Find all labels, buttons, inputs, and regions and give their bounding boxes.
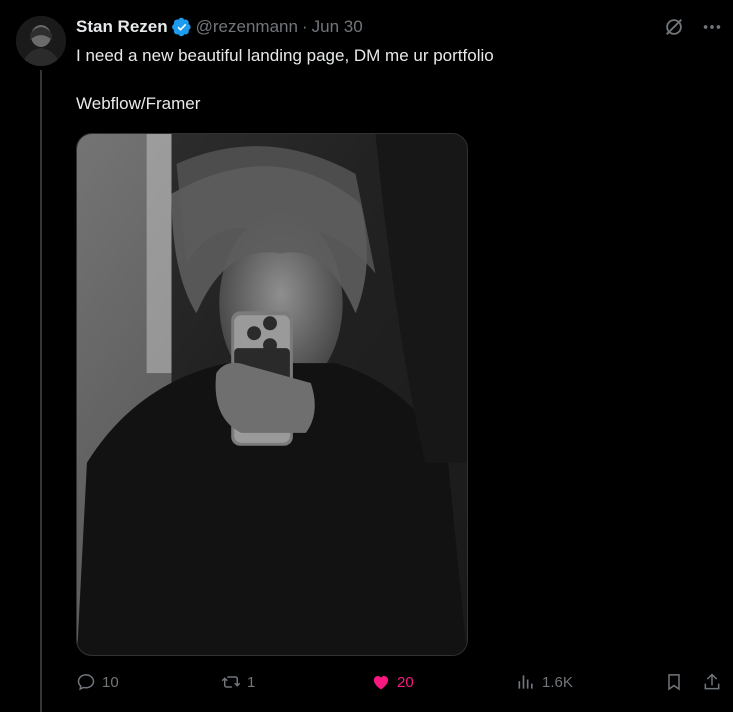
tweet-text-line: I need a new beautiful landing page, DM … bbox=[76, 46, 494, 65]
tweet-top-actions bbox=[663, 16, 723, 38]
views-button[interactable]: 1.6K bbox=[516, 672, 573, 692]
repost-button[interactable]: 1 bbox=[221, 672, 255, 692]
separator-dot: · bbox=[301, 17, 308, 36]
grok-icon[interactable] bbox=[663, 16, 685, 38]
author-handle[interactable]: @rezenmann bbox=[196, 17, 298, 37]
reply-button[interactable]: 10 bbox=[76, 672, 119, 692]
repost-count: 1 bbox=[247, 673, 256, 691]
views-icon bbox=[516, 672, 536, 692]
bookmark-button[interactable] bbox=[664, 672, 684, 692]
tweet-media-photo[interactable] bbox=[76, 133, 468, 656]
verified-badge-icon bbox=[171, 17, 192, 37]
views-count: 1.6K bbox=[542, 673, 573, 691]
author-name[interactable]: Stan Rezen bbox=[76, 17, 168, 37]
repost-icon bbox=[221, 672, 241, 692]
like-button[interactable]: 20 bbox=[371, 672, 414, 692]
reply-count: 10 bbox=[102, 673, 119, 691]
tweet-date[interactable]: Jun 30 bbox=[312, 17, 363, 37]
tweet-text-line: Webflow/Framer bbox=[76, 94, 201, 113]
share-icon bbox=[702, 672, 722, 692]
share-button[interactable] bbox=[702, 672, 722, 692]
avatar[interactable] bbox=[16, 16, 66, 66]
thread-line bbox=[40, 70, 42, 712]
tweet-text: I need a new beautiful landing page, DM … bbox=[76, 44, 716, 116]
more-icon[interactable] bbox=[701, 16, 723, 38]
tweet-header: Stan Rezen @rezenmann · Jun 30 bbox=[76, 16, 363, 38]
like-count: 20 bbox=[397, 673, 414, 691]
reply-icon bbox=[76, 672, 96, 692]
like-heart-icon bbox=[371, 672, 391, 692]
bookmark-icon bbox=[664, 672, 684, 692]
tweet-actions: 10 1 20 1.6K bbox=[76, 672, 726, 700]
